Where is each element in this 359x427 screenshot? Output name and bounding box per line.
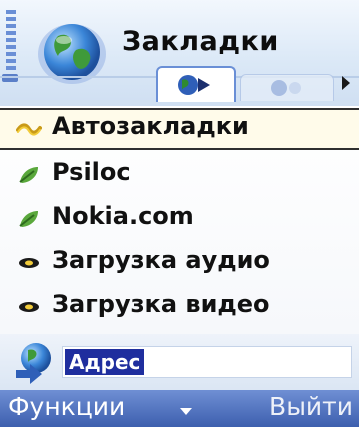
- signal-strength-indicator: [6, 10, 16, 72]
- list-item-label: Загрузка аудио: [52, 246, 270, 274]
- bookmark-list: Автозакладки Psiloc Nokia.com Загрузка а…: [0, 108, 359, 334]
- list-item-nokia[interactable]: Nokia.com: [0, 198, 359, 240]
- address-input-value: Адрес: [65, 349, 145, 375]
- download-icon: [19, 302, 39, 312]
- tab-bookmarks[interactable]: [156, 66, 236, 102]
- list-item-label: Psiloc: [52, 158, 131, 186]
- globe-go-icon: [16, 343, 51, 384]
- tab-scroll-right-icon[interactable]: [342, 76, 350, 90]
- softkey-bar: Функции Выйти: [0, 390, 359, 427]
- list-item-auto-bookmarks[interactable]: Автозакладки: [0, 108, 359, 150]
- list-item-psiloc[interactable]: Psiloc: [0, 154, 359, 196]
- globe-bookmark-icon: [178, 75, 210, 95]
- phone-screen: Закладки Автозакладки Psiloc Nokia.com З…: [0, 0, 359, 427]
- auto-bookmarks-icon: [16, 123, 42, 136]
- bookmark-leaf-icon: [19, 167, 38, 183]
- exit-softkey[interactable]: Выйти: [269, 392, 353, 421]
- app-header: Закладки: [0, 0, 359, 106]
- page-title: Закладки: [122, 26, 279, 57]
- list-item-label: Автозакладки: [52, 112, 249, 140]
- list-item-download-video[interactable]: Загрузка видео: [0, 286, 359, 328]
- options-softkey[interactable]: Функции: [8, 392, 125, 421]
- chevron-down-icon: [180, 408, 192, 415]
- tab-pages[interactable]: [240, 74, 334, 101]
- download-icon: [19, 258, 39, 268]
- bookmark-leaf-icon: [19, 211, 38, 227]
- address-input[interactable]: Адрес: [62, 346, 352, 378]
- globe-icon: [271, 80, 301, 96]
- list-item-label: Загрузка видео: [52, 290, 270, 318]
- list-item-download-audio[interactable]: Загрузка аудио: [0, 242, 359, 284]
- address-bar: Адрес: [0, 334, 359, 390]
- list-item-label: Nokia.com: [52, 202, 194, 230]
